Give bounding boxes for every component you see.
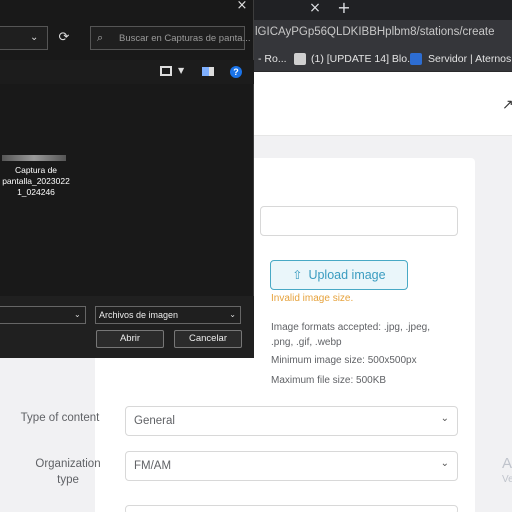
dialog-toolbar xyxy=(0,60,254,84)
tab-close-icon[interactable]: × xyxy=(307,0,323,16)
upload-button-label: Upload image xyxy=(308,268,386,282)
chevron-down-icon[interactable]: ⌄ xyxy=(74,310,81,319)
new-tab-button[interactable]: + xyxy=(336,0,352,16)
close-icon[interactable]: × xyxy=(234,0,250,14)
file-thumbnail[interactable] xyxy=(2,155,66,161)
upload-image-button[interactable]: ⇧ Upload image xyxy=(270,260,408,290)
url-text[interactable]: lGICAyPGp56QLDKIBBHplbm8/stations/create xyxy=(255,26,494,38)
hint-min-size: Minimum image size: 500x500px xyxy=(271,355,417,366)
bookmark-item[interactable]: Servidor | Aternos |... xyxy=(428,53,512,65)
chevron-down-icon: ⌄ xyxy=(229,310,236,319)
organization-type-label: Organization xyxy=(35,458,101,470)
bookmark-favicon-icon xyxy=(294,53,306,65)
view-mode-icon[interactable] xyxy=(160,66,172,76)
cancel-button[interactable]: Cancelar xyxy=(174,330,242,348)
search-icon: ⌕ xyxy=(97,31,104,44)
type-of-content-label: Type of content xyxy=(20,412,100,424)
open-button[interactable]: Abrir xyxy=(96,330,164,348)
help-icon[interactable]: ? xyxy=(230,66,242,78)
search-input[interactable]: ⌕ Buscar en Capturas de panta... xyxy=(90,26,251,50)
type-of-content-value: General xyxy=(134,415,175,427)
file-item-name[interactable]: Captura de pantalla_2023022 1_024246 xyxy=(0,165,72,198)
organization-type-label-line2: type xyxy=(57,474,79,486)
chevron-down-icon: ⌄ xyxy=(440,413,449,424)
type-of-content-select[interactable]: General ⌄ xyxy=(125,406,458,436)
side-panel-letter: A xyxy=(502,455,512,472)
file-type-value: Archivos de imagen xyxy=(99,310,179,320)
hint-max-size: Maximum file size: 500KB xyxy=(271,375,387,386)
bookmark-item[interactable]: - Ro... xyxy=(258,53,287,65)
file-type-select[interactable]: Archivos de imagen ⌄ xyxy=(95,306,241,324)
chevron-down-icon[interactable]: ▼ xyxy=(178,66,184,75)
file-name-line: pantalla_2023022 xyxy=(2,176,70,186)
text-input-field[interactable] xyxy=(260,206,458,236)
search-placeholder: Buscar en Capturas de panta... xyxy=(119,33,251,44)
upload-error-text: Invalid image size. xyxy=(271,293,354,304)
side-panel-text: Ve xyxy=(502,474,512,485)
file-name-line: 1_024246 xyxy=(17,187,55,197)
chevron-down-icon[interactable]: ⌄ xyxy=(30,32,38,43)
upload-icon: ⇧ xyxy=(292,268,303,282)
organization-type-select[interactable]: FM/AM ⌄ xyxy=(125,451,458,481)
hint-formats: Image formats accepted: .jpg, .jpeg, xyxy=(271,322,430,333)
bookmark-favicon-icon xyxy=(410,53,422,65)
organization-type-value: FM/AM xyxy=(134,460,172,472)
refresh-icon[interactable]: ⟳ xyxy=(56,30,72,46)
file-open-dialog: × ⌄ ⟳ ⌕ Buscar en Capturas de panta... ▼… xyxy=(0,0,254,358)
header-arrow-icon[interactable]: ↗ xyxy=(502,96,512,113)
path-dropdown[interactable] xyxy=(0,26,48,50)
preview-pane-icon[interactable] xyxy=(202,67,214,76)
bookmark-item[interactable]: (1) [UPDATE 14] Blo... xyxy=(311,53,416,65)
file-name-line: Captura de xyxy=(14,165,58,175)
hint-formats-cont: .png, .gif, .webp xyxy=(271,337,342,348)
chevron-down-icon: ⌄ xyxy=(440,458,449,469)
next-field-select[interactable] xyxy=(125,505,458,512)
